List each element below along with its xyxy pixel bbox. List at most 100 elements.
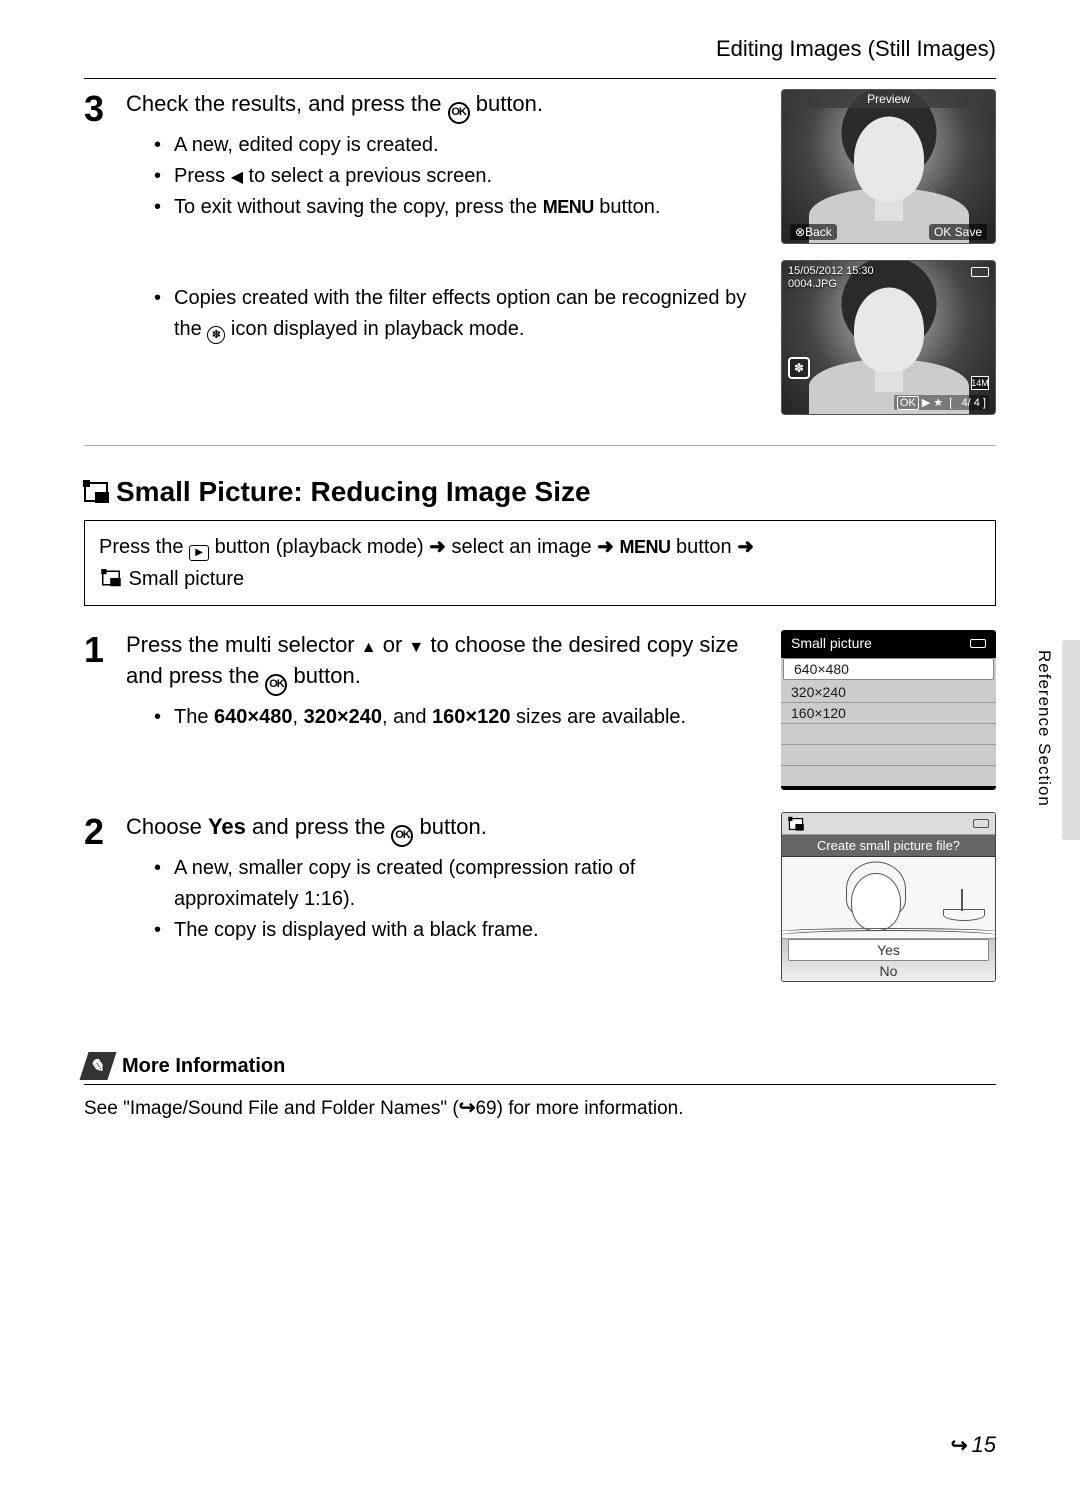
page-number: ↪15 [951, 1432, 996, 1458]
menu-option-empty [781, 724, 996, 745]
text: button. [287, 663, 360, 688]
filter-effects-icon [207, 326, 225, 344]
divider [84, 445, 996, 446]
text: 160×120 [432, 706, 510, 728]
bullet: The copy is displayed with a black frame… [154, 915, 761, 946]
bullet: Press to select a previous screen. [154, 161, 761, 192]
bullet: Copies created with the filter effects o… [154, 283, 761, 345]
navigation-path: Press the button (playback mode) select … [84, 520, 996, 606]
battery-icon [973, 819, 989, 828]
preview-label: Preview [782, 90, 995, 108]
text: to select a previous screen. [243, 165, 492, 187]
text: Press the [99, 536, 189, 558]
side-section-label: Reference Section [1034, 650, 1054, 807]
confirm-prompt: Create small picture file? [782, 835, 995, 857]
menu-option: 160×120 [781, 703, 996, 724]
text: , and [382, 706, 432, 728]
bullet: A new, edited copy is created. [154, 130, 761, 161]
playback-screenshot: 15/05/2012 15:30 0004.JPG ✽ OK ▶ ★ [ 4/ … [781, 260, 996, 415]
bullet: The 640×480, 320×240, and 160×120 sizes … [154, 702, 761, 733]
bullet: To exit without saving the copy, press t… [154, 192, 761, 223]
confirm-illustration [782, 857, 995, 939]
step3-title: Check the results, and press the OK butt… [126, 89, 761, 124]
playback-button-icon [189, 545, 209, 561]
ok-button-icon: OK [391, 825, 413, 847]
text: 320×240 [304, 706, 382, 728]
text: A new, edited copy is created. [174, 134, 439, 156]
confirm-dialog-screenshot: Create small picture file? Yes No [781, 812, 996, 982]
step2-title: Choose Yes and press the OK button. [126, 812, 761, 847]
menu-option-selected: 640×480 [783, 658, 994, 680]
reference-icon: ↪ [459, 1095, 476, 1120]
step-number-3: 3 [84, 89, 126, 127]
up-arrow-icon [361, 632, 377, 657]
filter-badge-icon: ✽ [788, 357, 810, 379]
text: select an image [446, 536, 597, 558]
down-arrow-icon [408, 632, 424, 657]
confirm-no: No [782, 961, 995, 981]
arrow-icon [597, 536, 614, 558]
text: Check the results, and press the [126, 91, 448, 116]
reference-icon: ↪ [951, 1433, 968, 1458]
text: button [670, 536, 737, 558]
note-icon: ✎ [79, 1052, 116, 1080]
battery-icon [970, 639, 986, 648]
size-badge: 14M [971, 376, 989, 390]
battery-icon [971, 267, 989, 277]
text: Press [174, 165, 231, 187]
page-header: Editing Images (Still Images) [84, 36, 996, 74]
text: To exit without saving the copy, press t… [174, 196, 543, 218]
frame-counter: OK ▶ ★ [ 4/ 4 ] [894, 395, 989, 410]
menu-icon: MENU [543, 197, 594, 217]
back-label: ⊗Back [790, 224, 837, 240]
more-info-text: See "Image/Sound File and Folder Names" … [84, 1095, 996, 1120]
overlay-datetime: 15/05/2012 15:30 0004.JPG [788, 265, 874, 291]
small-picture-icon [789, 818, 803, 830]
step-number-1: 1 [84, 630, 126, 668]
text: 640×480 [214, 706, 292, 728]
text: button (playback mode) [209, 536, 429, 558]
bullet: A new, smaller copy is created (compress… [154, 853, 761, 915]
section-title: Small Picture: Reducing Image Size [84, 476, 996, 508]
text: Choose [126, 814, 208, 839]
menu-option: 320×240 [781, 682, 996, 703]
step1-title: Press the multi selector or to choose th… [126, 630, 761, 696]
text: 69) for more information. [475, 1098, 683, 1119]
text: Small picture [123, 568, 244, 590]
ok-button-icon: OK [265, 674, 287, 696]
save-label: OK Save [929, 224, 987, 240]
text: sizes are available. [510, 706, 686, 728]
text: or [377, 632, 409, 657]
text: The [174, 706, 214, 728]
menu-title: Small picture [781, 630, 996, 656]
text: and press the [246, 814, 392, 839]
text: More Information [122, 1055, 285, 1078]
side-tab [1062, 640, 1080, 840]
text: 15 [972, 1432, 996, 1458]
text: See "Image/Sound File and Folder Names" … [84, 1098, 459, 1119]
text: button. [470, 91, 543, 116]
small-picture-icon [102, 571, 120, 586]
menu-icon: MENU [619, 537, 670, 557]
menu-option-empty [781, 766, 996, 786]
size-menu-screenshot: Small picture 640×480 320×240 160×120 [781, 630, 996, 790]
text: , [292, 706, 303, 728]
ok-button-icon: OK [448, 102, 470, 124]
text: Yes [208, 814, 246, 839]
step-number-2: 2 [84, 812, 126, 850]
text: Small Picture: Reducing Image Size [116, 476, 591, 508]
left-arrow-icon [231, 165, 243, 187]
menu-option-empty [781, 745, 996, 766]
arrow-icon [429, 536, 446, 558]
arrow-icon [737, 536, 754, 558]
small-picture-icon [84, 482, 108, 502]
confirm-yes: Yes [788, 939, 989, 961]
divider [84, 78, 996, 79]
text: icon displayed in playback mode. [225, 318, 524, 340]
text: button. [594, 196, 661, 218]
divider [84, 1084, 996, 1085]
text: button. [413, 814, 486, 839]
preview-screenshot: Preview ⊗Back OK Save [781, 89, 996, 244]
text: Press the multi selector [126, 632, 361, 657]
more-info-heading: ✎ More Information [84, 1052, 996, 1080]
